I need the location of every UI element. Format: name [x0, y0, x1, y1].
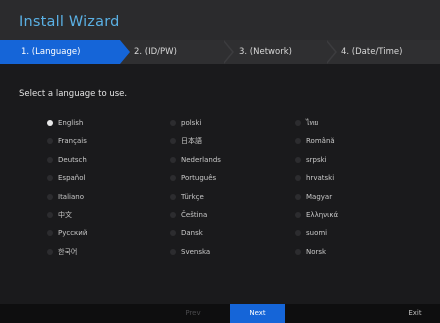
- language-label: Français: [58, 137, 87, 146]
- radio-button[interactable]: [47, 120, 53, 126]
- radio-button[interactable]: [47, 193, 53, 200]
- language-label: polski: [181, 119, 202, 127]
- radio-button[interactable]: [47, 138, 53, 145]
- language-label: 한국어: [58, 247, 78, 256]
- wizard-title: Install Wizard: [19, 14, 120, 30]
- language-label: 日本語: [181, 137, 202, 146]
- language-label: 中文: [58, 211, 72, 219]
- step-language: 1. (Language): [0, 40, 120, 64]
- radio-button[interactable]: [295, 138, 301, 145]
- radio-button[interactable]: [170, 138, 176, 145]
- radio-button[interactable]: [170, 193, 176, 200]
- radio-button[interactable]: [295, 175, 301, 182]
- language-label: English: [58, 119, 84, 127]
- language-label: Magyar: [306, 192, 333, 201]
- step-arrow-3: [326, 40, 337, 64]
- install-wizard-window: Install Wizard 1. (Language) 2. (ID/PW) …: [0, 0, 440, 323]
- language-label: Čeština: [181, 211, 208, 219]
- radio-button[interactable]: [47, 156, 53, 163]
- title-bar: Install Wizard: [0, 0, 440, 40]
- language-label: Português: [181, 174, 217, 183]
- radio-button[interactable]: [295, 193, 301, 200]
- language-label: suomi: [306, 229, 328, 238]
- radio-button[interactable]: [170, 248, 176, 255]
- radio-button[interactable]: [47, 248, 53, 255]
- step-network: 3. (Network): [239, 47, 292, 57]
- language-label: Română: [306, 137, 335, 146]
- language-label: Svenska: [181, 247, 211, 256]
- language-label: Türkçe: [181, 192, 204, 201]
- step-id-pw: 2. (ID/PW): [134, 47, 177, 57]
- language-label: ไทย: [306, 119, 319, 127]
- language-label: Italiano: [58, 192, 84, 201]
- language-label: Español: [58, 174, 86, 183]
- radio-button[interactable]: [170, 212, 176, 218]
- prev-button[interactable]: Prev: [170, 304, 216, 323]
- language-prompt: Select a language to use.: [19, 89, 128, 99]
- radio-button[interactable]: [47, 230, 53, 237]
- language-label: Norsk: [306, 247, 327, 256]
- radio-button[interactable]: [47, 212, 53, 218]
- step-arrow-1: [120, 40, 130, 64]
- radio-button[interactable]: [295, 120, 301, 126]
- radio-button[interactable]: [170, 230, 176, 237]
- language-label: Dansk: [181, 229, 203, 238]
- step-navigation-bar: 1. (Language) 2. (ID/PW) 3. (Network) 4.…: [0, 40, 440, 64]
- language-label: Русский: [58, 229, 88, 238]
- radio-button[interactable]: [295, 248, 301, 255]
- next-button[interactable]: Next: [230, 304, 285, 323]
- exit-button[interactable]: Exit: [395, 304, 435, 323]
- radio-button[interactable]: [170, 175, 176, 182]
- language-label: srpski: [306, 155, 327, 164]
- radio-button[interactable]: [295, 212, 301, 218]
- radio-button[interactable]: [170, 156, 176, 163]
- radio-button[interactable]: [47, 175, 53, 182]
- language-label: Deutsch: [58, 155, 87, 164]
- language-label: hrvatski: [306, 174, 335, 183]
- radio-button[interactable]: [170, 120, 176, 126]
- language-label: Nederlands: [181, 155, 221, 164]
- radio-button[interactable]: [295, 156, 301, 163]
- footer-bar: [0, 304, 440, 323]
- step-arrow-2: [223, 40, 234, 64]
- step-date-time: 4. (Date/Time): [341, 47, 403, 57]
- language-label: Ελληνικά: [306, 211, 339, 219]
- radio-button[interactable]: [295, 230, 301, 237]
